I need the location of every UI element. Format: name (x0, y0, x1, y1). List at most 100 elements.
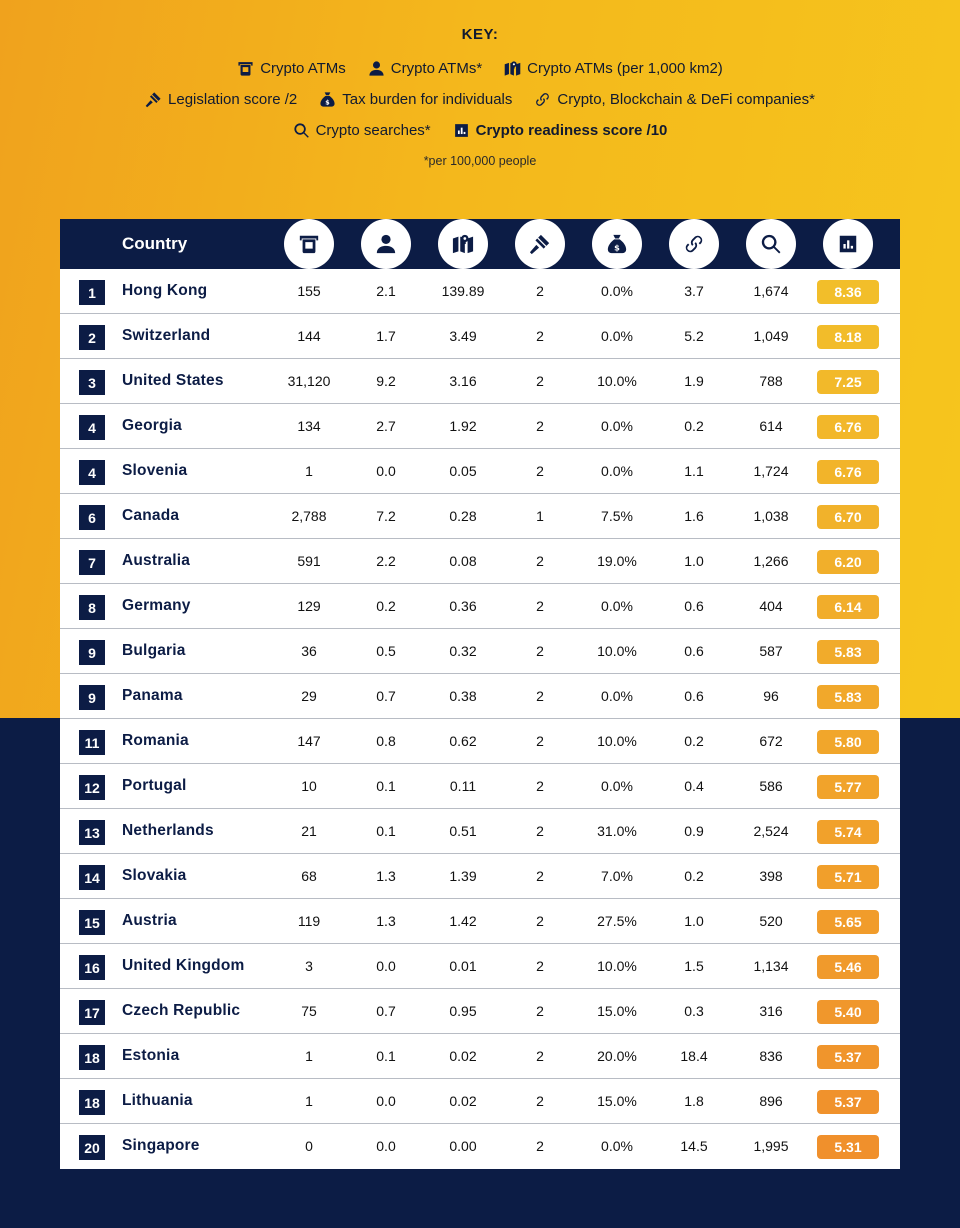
country-name: Lithuania (122, 1092, 193, 1109)
atms-per-area-value: 1.39 (449, 868, 477, 884)
key-item-legislation: Legislation score /2 (145, 91, 297, 108)
atms-per-area-value: 1.42 (449, 913, 477, 929)
tax-burden-value: 15.0% (597, 1003, 637, 1019)
header-person-icon (361, 219, 411, 269)
key-row-3: Crypto searches* Crypto readiness score … (0, 115, 960, 146)
key-item-crypto-atms-per-capita: Crypto ATMs* (368, 60, 482, 77)
rank-badge: 4 (79, 460, 105, 485)
rank-badge: 20 (79, 1135, 105, 1160)
legislation-score-value: 2 (536, 463, 544, 479)
table-row: 15 Austria 119 1.3 1.42 2 27.5% 1.0 520 … (60, 899, 900, 944)
atms-per-area-value: 0.01 (449, 958, 477, 974)
header-link-icon (669, 219, 719, 269)
key-row-1: Crypto ATMs Crypto ATMs* Crypto ATMs (pe… (0, 53, 960, 84)
key-title: KEY: (461, 26, 499, 43)
readiness-score-badge: 5.77 (817, 775, 879, 799)
companies-value: 0.2 (684, 868, 704, 884)
rank-badge: 8 (79, 595, 105, 620)
companies-value: 0.6 (684, 688, 704, 704)
readiness-score-badge: 5.40 (817, 1000, 879, 1024)
atms-per-area-value: 1.92 (449, 418, 477, 434)
gavel-icon (145, 91, 162, 108)
crypto-atms-value: 144 (297, 328, 321, 344)
header-gavel-icon (515, 219, 565, 269)
rank-badge: 16 (79, 955, 105, 980)
crypto-atms-value: 119 (297, 913, 321, 929)
country-name: United States (122, 372, 224, 389)
country-name: Panama (122, 687, 183, 704)
companies-value: 0.4 (684, 778, 704, 794)
crypto-atms-value: 36 (301, 643, 317, 659)
atms-per-capita-value: 7.2 (376, 508, 396, 524)
searches-value: 1,266 (753, 553, 789, 569)
crypto-atms-value: 591 (297, 553, 321, 569)
companies-value: 1.5 (684, 958, 704, 974)
legislation-score-value: 1 (536, 508, 544, 524)
legislation-score-value: 2 (536, 958, 544, 974)
companies-value: 1.0 (684, 913, 704, 929)
map-pin-icon (504, 60, 521, 77)
searches-value: 614 (759, 418, 783, 434)
legislation-score-value: 2 (536, 328, 544, 344)
tax-burden-value: 7.0% (601, 868, 633, 884)
atms-per-area-value: 139.89 (441, 283, 485, 299)
searches-value: 896 (759, 1093, 783, 1109)
tax-burden-value: 27.5% (597, 913, 637, 929)
bar-chart-icon (837, 233, 859, 255)
table-row: 6 Canada 2,788 7.2 0.28 1 7.5% 1.6 1,038… (60, 494, 900, 539)
table-row: 4 Slovenia 1 0.0 0.05 2 0.0% 1.1 1,724 6… (60, 449, 900, 494)
country-name: Portugal (122, 777, 187, 794)
atms-per-area-value: 0.36 (449, 598, 477, 614)
legislation-score-value: 2 (536, 553, 544, 569)
tax-burden-value: 0.0% (601, 283, 633, 299)
legislation-score-value: 2 (536, 283, 544, 299)
searches-value: 788 (759, 373, 783, 389)
money-bag-icon (319, 91, 336, 108)
atms-per-capita-value: 1.3 (376, 868, 396, 884)
atms-per-area-value: 0.02 (449, 1093, 477, 1109)
search-icon (760, 233, 782, 255)
tax-burden-value: 19.0% (597, 553, 637, 569)
key-label: Crypto ATMs* (390, 60, 483, 77)
atms-per-area-value: 3.16 (449, 373, 477, 389)
header-map-icon (438, 219, 488, 269)
country-name: Germany (122, 597, 191, 614)
tax-burden-value: 10.0% (597, 373, 637, 389)
atms-per-capita-value: 0.7 (376, 688, 396, 704)
table-row: 13 Netherlands 21 0.1 0.51 2 31.0% 0.9 2… (60, 809, 900, 854)
readiness-score-badge: 5.37 (817, 1090, 879, 1114)
atms-per-capita-value: 0.7 (376, 1003, 396, 1019)
crypto-atms-value: 3 (305, 958, 313, 974)
legislation-score-value: 2 (536, 598, 544, 614)
header-search-icon (746, 219, 796, 269)
search-icon (293, 122, 310, 139)
companies-value: 0.2 (684, 733, 704, 749)
key-label: Crypto ATMs (per 1,000 km2) (527, 60, 723, 77)
searches-value: 398 (759, 868, 783, 884)
readiness-score-badge: 5.37 (817, 1045, 879, 1069)
companies-value: 1.9 (684, 373, 704, 389)
readiness-score-badge: 7.25 (817, 370, 879, 394)
country-name: Czech Republic (122, 1002, 241, 1019)
atms-per-area-value: 0.95 (449, 1003, 477, 1019)
readiness-score-badge: 5.46 (817, 955, 879, 979)
header-money-bag-icon (592, 219, 642, 269)
table-row: 9 Panama 29 0.7 0.38 2 0.0% 0.6 96 5.83 (60, 674, 900, 719)
legislation-score-value: 2 (536, 643, 544, 659)
atms-per-capita-value: 9.2 (376, 373, 396, 389)
atms-per-capita-value: 2.1 (376, 283, 396, 299)
rank-badge: 17 (79, 1000, 105, 1025)
table-header: Country (60, 219, 900, 269)
table-row: 2 Switzerland 144 1.7 3.49 2 0.0% 5.2 1,… (60, 314, 900, 359)
rank-badge: 7 (79, 550, 105, 575)
companies-value: 0.9 (684, 823, 704, 839)
companies-value: 1.6 (684, 508, 704, 524)
atms-per-area-value: 0.05 (449, 463, 477, 479)
atms-per-capita-value: 2.7 (376, 418, 396, 434)
country-name: Estonia (122, 1047, 180, 1064)
legislation-score-value: 2 (536, 913, 544, 929)
searches-value: 316 (759, 1003, 783, 1019)
header-atm-icon (284, 219, 334, 269)
key-label: Crypto readiness score /10 (475, 122, 668, 139)
rank-badge: 1 (79, 280, 105, 305)
